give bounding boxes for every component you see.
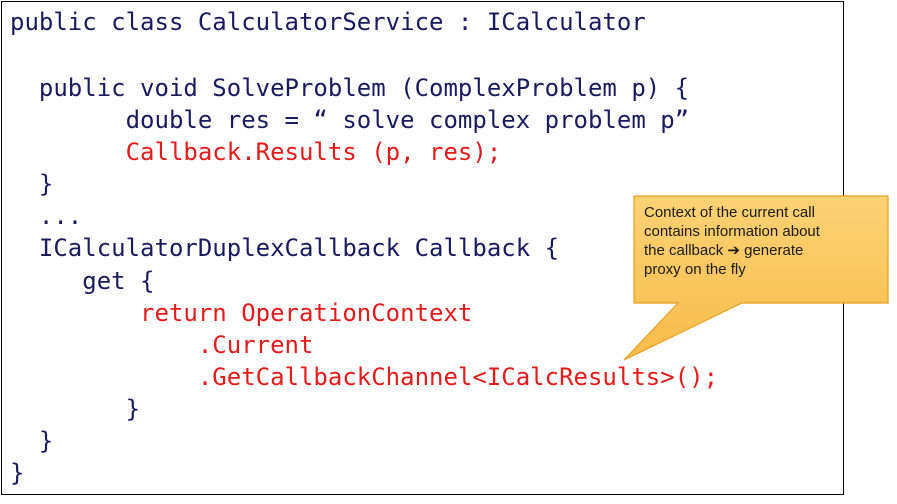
callout-text: Context of the current call contains inf… <box>644 204 820 278</box>
